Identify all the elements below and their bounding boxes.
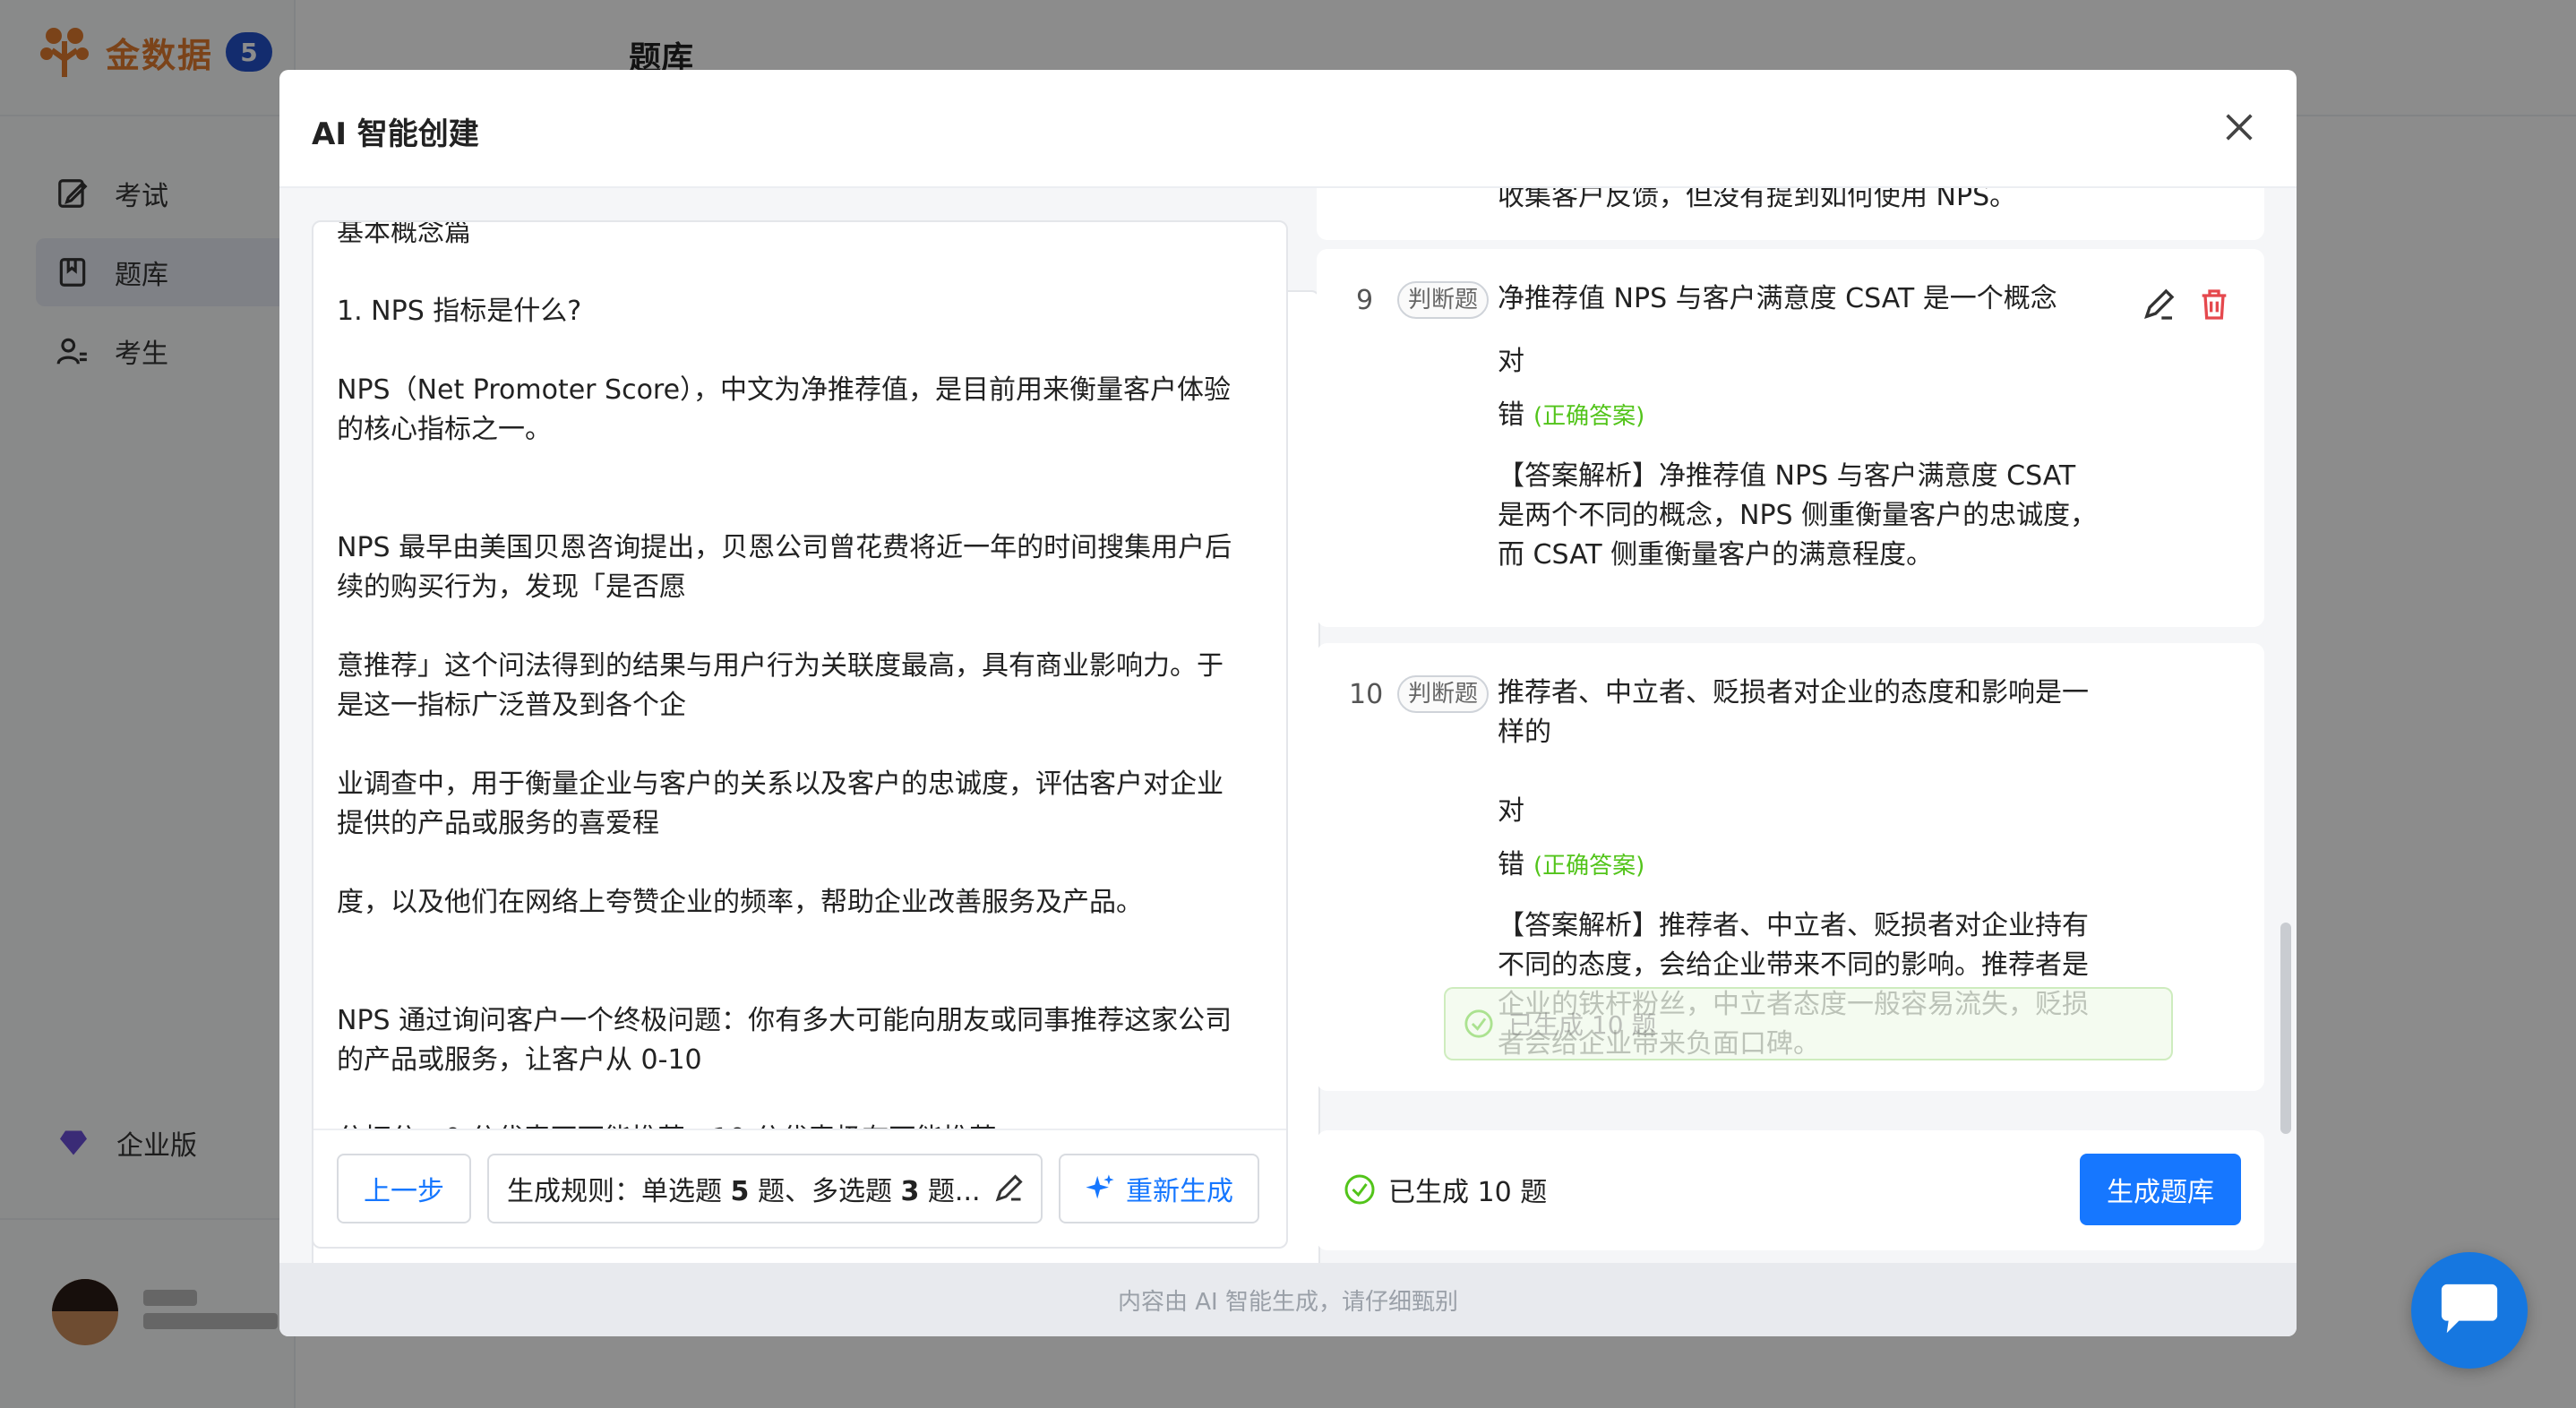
- source-text-line: 意推荐」这个问法得到的结果与用户行为关联度最高，具有商业影响力。于: [337, 650, 1224, 682]
- option-false: 错 (正确答案): [1498, 842, 1644, 881]
- source-text-area[interactable]: 基本概念篇 1. NPS 指标是什么? NPS（Net Promoter Score…: [313, 222, 1286, 1129]
- rules-single-count: 5: [730, 1176, 750, 1207]
- source-text-line: NPS 通过询问客户一个终极问题：你有多大可能向朋友或同事推荐这家公司: [337, 1005, 1232, 1036]
- source-text-line: [337, 253, 1254, 292]
- question-number: 10: [1349, 679, 1384, 710]
- rules-text: 生成规则：单选题 5 题、多选题 3 题...: [507, 1169, 981, 1208]
- source-text-line: [337, 844, 1254, 883]
- rules-mid: 题、多选题: [749, 1176, 901, 1207]
- option-label: 错: [1498, 849, 1524, 880]
- success-toast: 已生成 10 题: [1444, 987, 2173, 1060]
- source-text-line: 1. NPS 指标是什么?: [337, 296, 582, 327]
- question-stem: 净推荐值 NPS 与客户满意度 CSAT 是一个概念: [1498, 283, 2057, 314]
- source-text-line: 续的购买行为，发现「是否愿: [337, 571, 686, 603]
- source-text-panel: 基本概念篇 1. NPS 指标是什么? NPS（Net Promoter Score…: [312, 220, 1288, 1249]
- create-question-bank-button[interactable]: 生成题库: [2080, 1154, 2241, 1225]
- option-true: 对: [1498, 346, 1524, 377]
- source-text-line: [337, 923, 1254, 962]
- option-label: 错: [1498, 399, 1524, 431]
- correct-answer-tag: (正确答案): [1533, 403, 1645, 430]
- regenerate-label: 重新生成: [1126, 1176, 1233, 1207]
- modal-header: AI 智能创建: [279, 70, 2297, 188]
- source-text-line: NPS（Net Promoter Score），中文为净推荐值，是目前用来衡量客…: [337, 374, 1232, 406]
- source-text-line: NPS 最早由美国贝恩咨询提出，贝恩公司曾花费将近一年的时间搜集用户后: [337, 532, 1232, 563]
- generated-count-text: 已生成 10 题: [1388, 1177, 1548, 1208]
- question-number: 9: [1356, 285, 1374, 316]
- question-list-scrollbar[interactable]: [2280, 923, 2291, 1134]
- source-text-line: [337, 962, 1254, 1001]
- question-stem: 推荐者、中立者、贬损者对企业的态度和影响是一样的: [1498, 677, 2089, 748]
- source-text-line: 是这一指标广泛普及到各个企: [337, 690, 686, 721]
- left-footer: 上一步 生成规则：单选题 5 题、多选题 3 题... 重新生成: [313, 1129, 1286, 1247]
- edit-rules-icon[interactable]: [992, 1172, 1025, 1205]
- chat-bubble-icon: [2441, 1284, 2498, 1334]
- source-text-line: 业调查中，用于衡量企业与客户的关系以及客户的忠诚度，评估客户对企业: [337, 768, 1224, 800]
- source-text-line: 的产品或服务，让客户从 0-10: [337, 1044, 702, 1076]
- source-text-line: [337, 450, 1254, 489]
- generation-rules-field[interactable]: 生成规则：单选题 5 题、多选题 3 题...: [487, 1154, 1043, 1223]
- source-text-line: [337, 331, 1254, 371]
- source-text-line: [337, 489, 1254, 528]
- source-text-line: [337, 1080, 1254, 1120]
- delete-question-icon[interactable]: [2196, 287, 2232, 322]
- toast-text: 已生成 10 题: [1508, 1010, 1657, 1040]
- generated-count: 已生成 10 题: [1344, 1170, 1547, 1209]
- option-false: 错 (正确答案): [1498, 392, 1644, 432]
- check-circle-icon: [1464, 1009, 1493, 1038]
- question-card-9: 9 判断题 净推荐值 NPS 与客户满意度 CSAT 是一个概念 对 错 (正确答…: [1317, 249, 2264, 627]
- prev-step-button[interactable]: 上一步: [337, 1154, 471, 1223]
- question-list[interactable]: 收集客户反馈，但没有提到如何使用 NPS。 9 判断题 净推荐值 NPS 与客户…: [1317, 188, 2266, 1102]
- rules-prefix: 生成规则：单选题: [507, 1176, 731, 1207]
- source-text-content: 基本概念篇 1. NPS 指标是什么? NPS（Net Promoter Score…: [337, 222, 1254, 1129]
- modal-title: AI 智能创建: [312, 116, 479, 152]
- source-text-line: [337, 607, 1254, 647]
- edit-question-icon[interactable]: [2141, 287, 2177, 322]
- question-card-tail-text: 收集客户反馈，但没有提到如何使用 NPS。: [1498, 188, 2017, 212]
- source-text-line: 度，以及他们在网络上夸赞企业的频率，帮助企业改善服务及产品。: [337, 887, 1143, 918]
- source-text-line: 的核心指标之一。: [337, 414, 552, 445]
- regenerate-button[interactable]: 重新生成: [1059, 1154, 1259, 1223]
- source-text-line: 分打分，0 分代表不可能推荐，10 分代表极有可能推荐。: [337, 1120, 1254, 1129]
- rules-suffix: 题...: [919, 1176, 981, 1207]
- question-type-tag: 判断题: [1397, 675, 1490, 713]
- modal-footer-note: 内容由 AI 智能生成，请仔细甄别: [279, 1263, 2297, 1336]
- question-type-tag: 判断题: [1397, 281, 1490, 319]
- chat-support-button[interactable]: [2411, 1252, 2528, 1369]
- sparkle-icon: [1086, 1174, 1114, 1199]
- answer-analysis: 【答案解析】净推荐值 NPS 与客户满意度 CSAT 是两个不同的概念，NPS …: [1498, 460, 2098, 571]
- source-text-line: 基本概念篇: [337, 222, 471, 248]
- rules-multi-count: 3: [900, 1176, 920, 1207]
- question-card-prev: 收集客户反馈，但没有提到如何使用 NPS。: [1317, 188, 2264, 240]
- source-text-line: [337, 725, 1254, 765]
- check-circle-icon: [1344, 1174, 1375, 1205]
- option-true: 对: [1498, 795, 1524, 827]
- source-text-line: 提供的产品或服务的喜爱程: [337, 808, 659, 839]
- close-icon[interactable]: [2221, 109, 2257, 145]
- correct-answer-tag: (正确答案): [1533, 853, 1645, 880]
- generate-bar: 已生成 10 题 生成题库: [1317, 1130, 2264, 1250]
